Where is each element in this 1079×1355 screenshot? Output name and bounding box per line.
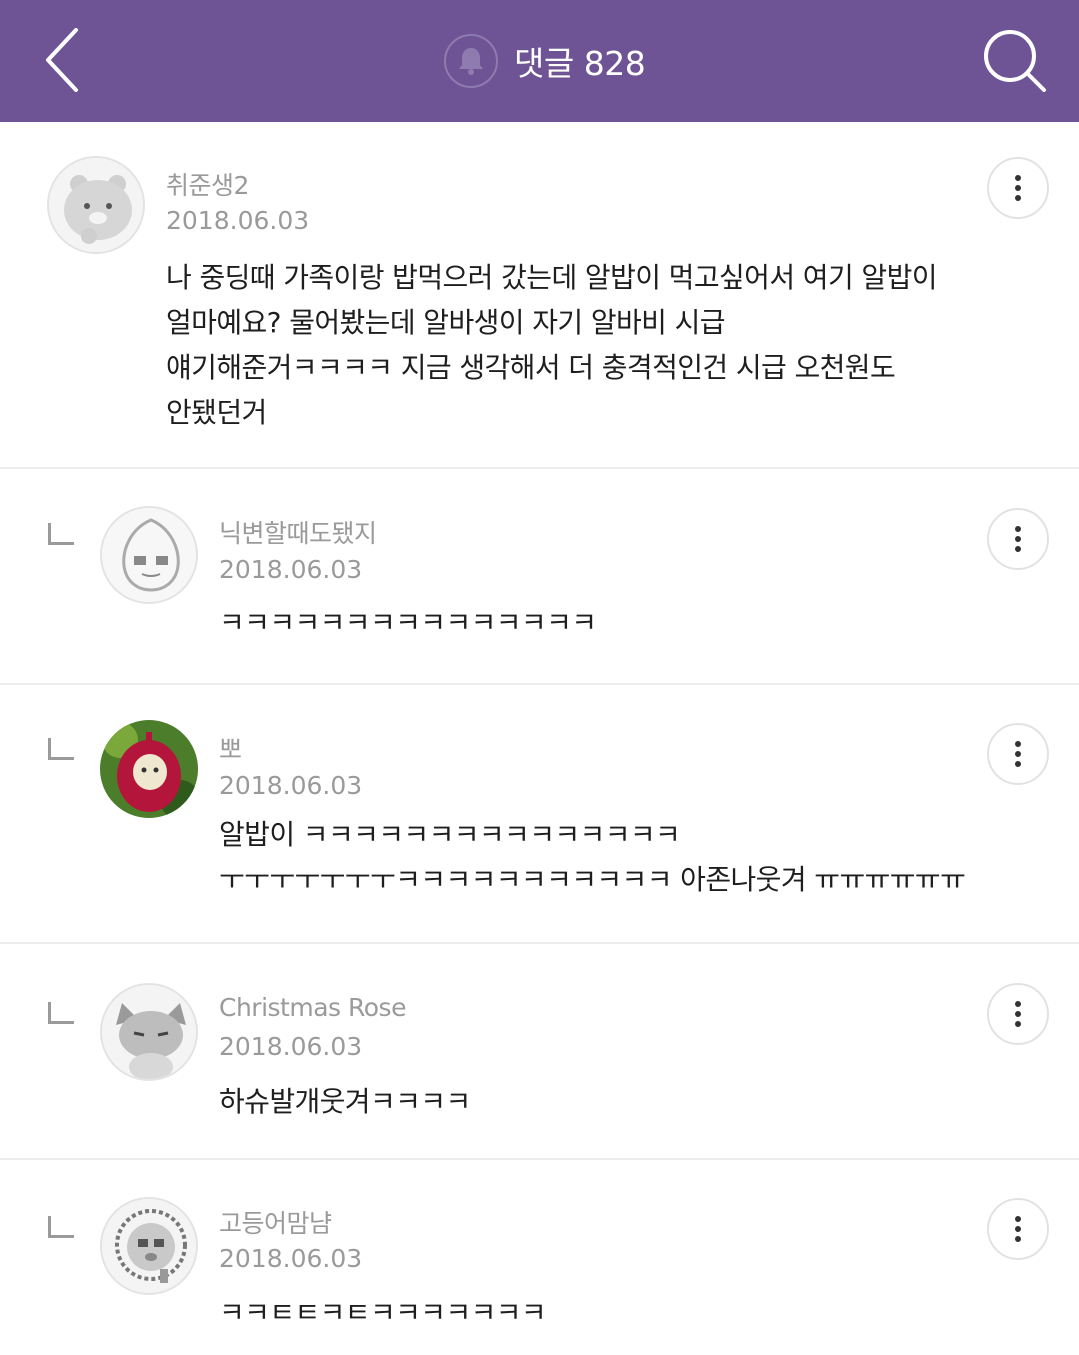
comment-text: 알밥이 ㅋㅋㅋㅋㅋㅋㅋㅋㅋㅋㅋㅋㅋㅋㅋ ㅜㅜㅜㅜㅜㅜㅜㅋㅋㅋㅋㅋㅋㅋㅋㅋㅋㅋ 아… xyxy=(219,818,966,896)
avatar[interactable] xyxy=(47,156,145,254)
comment-date: 2018.06.03 xyxy=(219,1032,363,1061)
avatar[interactable] xyxy=(100,720,198,818)
reply-indicator-icon xyxy=(48,1002,74,1024)
avatar[interactable] xyxy=(100,1197,198,1295)
chevron-left-icon xyxy=(46,28,78,92)
avatar[interactable] xyxy=(100,983,198,1081)
bell-icon xyxy=(459,48,483,75)
comment-date: 2018.06.03 xyxy=(166,206,310,235)
more-vertical-icon xyxy=(1015,1001,1021,1027)
more-options-button[interactable] xyxy=(987,983,1049,1045)
comment-item: 취준생2 2018.06.03 나 중딩때 가족이랑 밥먹으러 갔는데 알밥이 … xyxy=(0,122,1079,469)
more-vertical-icon xyxy=(1015,526,1021,552)
search-icon xyxy=(984,30,1046,92)
reply-indicator-icon xyxy=(48,738,74,760)
comment-date: 2018.06.03 xyxy=(219,555,363,584)
comment-nickname[interactable]: 고등어맘냠 xyxy=(219,1204,332,1240)
comment-nickname[interactable]: 닉변할때도됐지 xyxy=(219,514,377,550)
reply-item: Christmas Rose 2018.06.03 하슈발개웃겨ㅋㅋㅋㅋ xyxy=(0,944,1079,1160)
comment-date: 2018.06.03 xyxy=(219,771,363,800)
more-options-button[interactable] xyxy=(987,157,1049,219)
bell-button[interactable] xyxy=(444,34,498,88)
comment-nickname[interactable]: Christmas Rose xyxy=(219,993,406,1022)
comment-text: ㅋㅋㅌㅌㅋㅌㅋㅋㅋㅋㅋㅋㅋ xyxy=(219,1296,547,1329)
cat-character-avatar-icon xyxy=(102,985,196,1079)
reply-indicator-icon xyxy=(48,1216,74,1238)
lion-character-avatar-icon xyxy=(102,1199,196,1293)
search-button[interactable] xyxy=(976,22,1056,102)
comment-text: 하슈발개웃겨ㅋㅋㅋㅋ xyxy=(219,1085,471,1118)
reply-indicator-icon xyxy=(48,523,74,545)
more-vertical-icon xyxy=(1015,175,1021,201)
peach-character-avatar-icon xyxy=(102,508,196,602)
more-options-button[interactable] xyxy=(987,1198,1049,1260)
reply-item: 뽀 2018.06.03 알밥이 ㅋㅋㅋㅋㅋㅋㅋㅋㅋㅋㅋㅋㅋㅋㅋ ㅜㅜㅜㅜㅜㅜㅜ… xyxy=(0,685,1079,944)
reply-item: 고등어맘냠 2018.06.03 ㅋㅋㅌㅌㅋㅌㅋㅋㅋㅋㅋㅋㅋ xyxy=(0,1160,1079,1355)
comment-nickname[interactable]: 뽀 xyxy=(219,730,242,766)
more-vertical-icon xyxy=(1015,1216,1021,1242)
more-options-button[interactable] xyxy=(987,723,1049,785)
header-bar: 댓글 828 xyxy=(0,0,1079,122)
photo-avatar-icon xyxy=(100,720,198,818)
more-options-button[interactable] xyxy=(987,508,1049,570)
back-button[interactable] xyxy=(30,24,94,96)
comment-text: 나 중딩때 가족이랑 밥먹으러 갔는데 알밥이 먹고싶어서 여기 알밥이 얼마예… xyxy=(166,261,937,429)
page-title: 댓글 828 xyxy=(514,44,646,83)
more-vertical-icon xyxy=(1015,741,1021,767)
comment-list: 취준생2 2018.06.03 나 중딩때 가족이랑 밥먹으러 갔는데 알밥이 … xyxy=(0,122,1079,1355)
comment-text: ㅋㅋㅋㅋㅋㅋㅋㅋㅋㅋㅋㅋㅋㅋㅋ xyxy=(219,606,597,639)
avatar[interactable] xyxy=(100,506,198,604)
header-title-group: 댓글 828 xyxy=(444,32,646,90)
reply-item: 닉변할때도됐지 2018.06.03 ㅋㅋㅋㅋㅋㅋㅋㅋㅋㅋㅋㅋㅋㅋㅋ xyxy=(0,469,1079,685)
bear-character-avatar-icon xyxy=(49,158,143,252)
comment-date: 2018.06.03 xyxy=(219,1244,363,1273)
comment-nickname[interactable]: 취준생2 xyxy=(166,166,249,202)
